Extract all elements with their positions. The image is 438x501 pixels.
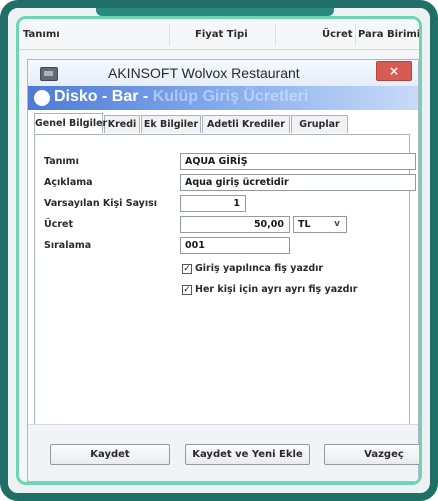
tab-genel-bilgiler[interactable]: Genel Bilgiler <box>34 113 107 133</box>
siralama-field[interactable]: 001 <box>180 237 290 254</box>
grid-col-fiyat-tipi[interactable]: Fiyat Tipi <box>195 29 248 40</box>
banner-title-main: Disko - Bar - <box>54 88 153 105</box>
grid-separator <box>275 24 276 46</box>
checkbox-checked-icon[interactable]: ✓ <box>182 285 192 295</box>
dialog-title: AKINSOFT Wolvox Restaurant <box>108 65 300 81</box>
button-bar: Kaydet Kaydet ve Yeni Ekle Vazgeç <box>28 424 419 481</box>
kisi-sayisi-field[interactable]: 1 <box>180 195 246 212</box>
checkbox-checked-icon[interactable]: ✓ <box>182 264 192 274</box>
siralama-label: Sıralama <box>44 240 92 251</box>
entry-fee-dialog: AKINSOFT Wolvox Restaurant × Disko - Bar… <box>27 59 419 482</box>
print-on-entry-label: Giriş yapılınca fiş yazdır <box>195 263 324 274</box>
grid-separator <box>355 24 356 46</box>
grid-col-para-birimi[interactable]: Para Birimi <box>358 29 419 40</box>
ucret-field[interactable]: 50,00 <box>180 216 290 233</box>
frame-top-tab <box>96 8 334 16</box>
tab-ek-bilgiler[interactable]: Ek Bilgiler <box>141 115 201 133</box>
dialog-titlebar[interactable]: AKINSOFT Wolvox Restaurant × <box>28 60 418 87</box>
general-info-panel: Tanımı AQUA GİRİŞ Açıklama Aqua giriş üc… <box>34 134 416 460</box>
tab-gruplar[interactable]: Gruplar <box>291 115 348 133</box>
kisi-sayisi-label: Varsayılan Kişi Sayısı <box>44 198 158 209</box>
print-per-person-label: Her kişi için ayrı ayrı fiş yazdır <box>195 284 358 295</box>
grid-header: Tanımı Fiyat Tipi Ücret Para Birimi Gı <box>19 19 419 50</box>
save-and-new-button[interactable]: Kaydet ve Yeni Ekle <box>185 444 310 465</box>
tab-adetli-krediler[interactable]: Adetli Krediler <box>202 115 290 133</box>
tab-strip: Genel Bilgiler Kredi Ek Bilgiler Adetli … <box>34 113 418 135</box>
grid-separator <box>169 24 170 46</box>
screen: Tanımı Fiyat Tipi Ücret Para Birimi Gı A… <box>16 16 422 485</box>
aciklama-label: Açıklama <box>44 177 93 188</box>
device-frame: Tanımı Fiyat Tipi Ücret Para Birimi Gı A… <box>0 0 438 501</box>
app-icon <box>40 67 58 81</box>
currency-value: TL <box>298 219 311 230</box>
circle-icon <box>34 90 50 106</box>
close-button[interactable]: × <box>376 61 412 81</box>
chevron-down-icon: v <box>334 219 340 229</box>
aciklama-field[interactable]: Aqua giriş ücretidir <box>180 174 416 191</box>
tab-kredi[interactable]: Kredi <box>104 115 140 133</box>
grid-col-tanimi[interactable]: Tanımı <box>23 29 60 40</box>
section-banner: Disko - Bar - Kulüp Giriş Ücretleri <box>28 86 418 110</box>
grid-col-ucret[interactable]: Ücret <box>322 29 353 40</box>
tanimi-label: Tanımı <box>44 156 79 167</box>
banner-title-faded: Kulüp Giriş Ücretleri <box>152 88 309 105</box>
cancel-button[interactable]: Vazgeç <box>324 444 419 465</box>
banner-title: Disko - Bar - Kulüp Giriş Ücretleri <box>54 88 308 106</box>
save-button[interactable]: Kaydet <box>50 444 170 465</box>
currency-select[interactable]: TL v <box>293 216 347 233</box>
tanimi-field[interactable]: AQUA GİRİŞ <box>180 153 416 170</box>
ucret-label: Ücret <box>44 219 74 230</box>
